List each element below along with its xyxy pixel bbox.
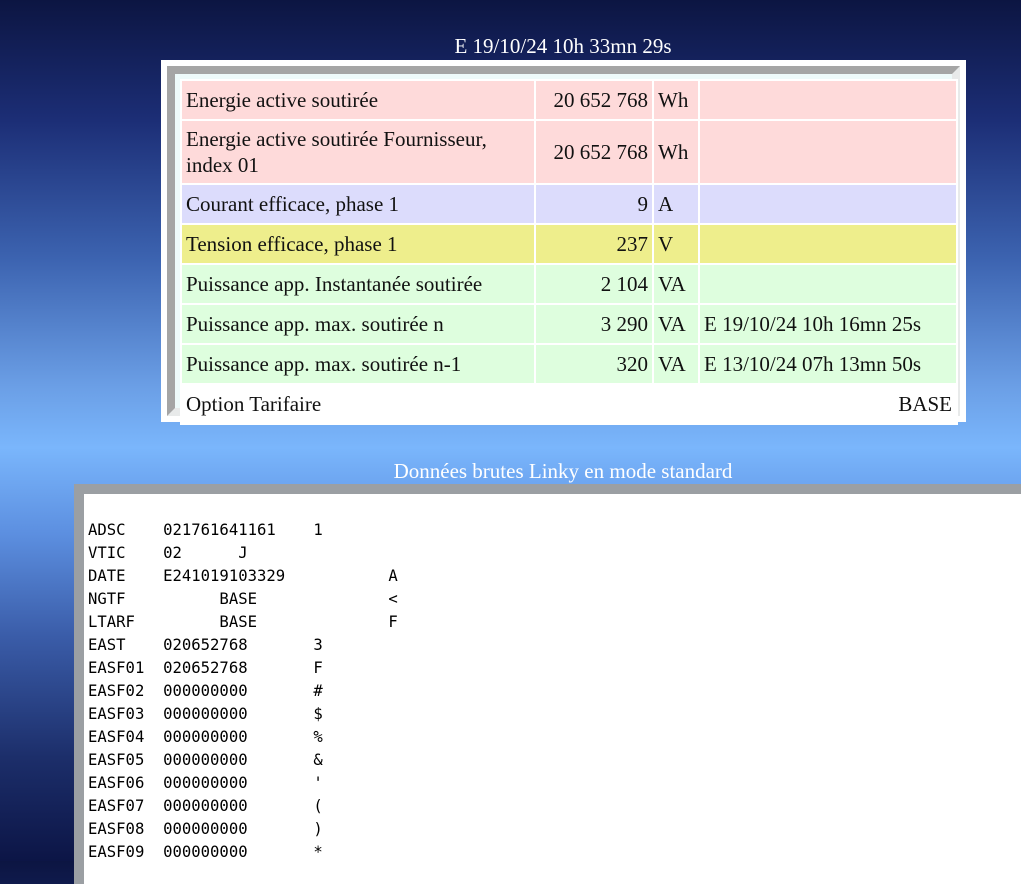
raw-data-line: EASF01 020652768 F — [88, 659, 323, 677]
row-courant: Courant efficace, phase 1 9 A — [180, 183, 958, 225]
raw-data-line: EASF08 000000000 ) — [88, 820, 323, 838]
row-extra: E 13/10/24 07h 13mn 50s — [698, 343, 958, 385]
row-puissance-max-n: Puissance app. max. soutirée n 3 290 VA … — [180, 303, 958, 345]
row-tension: Tension efficace, phase 1 237 V — [180, 223, 958, 265]
row-label: Energie active soutirée Fournisseur, ind… — [180, 119, 536, 185]
row-label: Puissance app. Instantanée soutirée — [180, 263, 536, 305]
tariff-label: Option Tarifaire — [180, 383, 536, 425]
row-unit: A — [652, 183, 700, 225]
raw-data-line: VTIC 02 J — [88, 544, 248, 562]
raw-data-line: LTARF BASE F — [88, 613, 398, 631]
row-label: Tension efficace, phase 1 — [180, 223, 536, 265]
raw-data-line: ADSC 021761641161 1 — [88, 521, 323, 539]
row-label: Puissance app. max. soutirée n-1 — [180, 343, 536, 385]
row-unit: VA — [652, 263, 700, 305]
raw-data-line: EAST 020652768 3 — [88, 636, 323, 654]
raw-data-line: NGTF BASE < — [88, 590, 398, 608]
raw-data-line: DATE E241019103329 A — [88, 567, 398, 585]
raw-data-text: ADSC 021761641161 1 VTIC 02 J DATE E241019… — [88, 519, 398, 864]
measurements-table: Energie active soutirée 20 652 768 Wh En… — [180, 79, 958, 425]
linky-summary-panel: Energie active soutirée 20 652 768 Wh En… — [161, 60, 966, 425]
row-extra — [698, 183, 958, 225]
row-option-tarifaire: Option Tarifaire BASE — [180, 383, 958, 425]
row-extra — [698, 119, 958, 185]
row-value: 2 104 — [534, 263, 654, 305]
raw-data-panel: ADSC 021761641161 1 VTIC 02 J DATE E241019… — [74, 484, 1021, 884]
row-value: 20 652 768 — [534, 79, 654, 121]
timestamp-title: E 19/10/24 10h 33mn 29s — [454, 34, 672, 58]
row-unit: V — [652, 223, 700, 265]
row-unit: Wh — [652, 119, 700, 185]
row-label: Courant efficace, phase 1 — [180, 183, 536, 225]
raw-data-title: Données brutes Linky en mode standard — [393, 459, 733, 483]
row-extra: E 19/10/24 10h 16mn 25s — [698, 303, 958, 345]
raw-data-line: EASF06 000000000 ' — [88, 774, 323, 792]
row-unit: VA — [652, 303, 700, 345]
row-extra — [698, 263, 958, 305]
row-value: 237 — [534, 223, 654, 265]
row-energie-active: Energie active soutirée 20 652 768 Wh — [180, 79, 958, 121]
row-extra — [698, 223, 958, 265]
row-label: Energie active soutirée — [180, 79, 536, 121]
raw-data-line: EASF05 000000000 & — [88, 751, 323, 769]
row-label: Puissance app. max. soutirée n — [180, 303, 536, 345]
row-extra — [698, 79, 958, 121]
row-puissance-instantanee: Puissance app. Instantanée soutirée 2 10… — [180, 263, 958, 305]
row-value: 3 290 — [534, 303, 654, 345]
tariff-value: BASE — [534, 383, 958, 425]
row-puissance-max-n-1: Puissance app. max. soutirée n-1 320 VA … — [180, 343, 958, 385]
raw-data-line: EASF03 000000000 $ — [88, 705, 323, 723]
raw-data-line: EASF04 000000000 % — [88, 728, 323, 746]
raw-data-line: EASF07 000000000 ( — [88, 797, 323, 815]
row-unit: Wh — [652, 79, 700, 121]
row-unit: VA — [652, 343, 700, 385]
row-energie-fournisseur: Energie active soutirée Fournisseur, ind… — [180, 119, 958, 185]
row-value: 320 — [534, 343, 654, 385]
row-value: 9 — [534, 183, 654, 225]
raw-data-line: EASF02 000000000 # — [88, 682, 323, 700]
row-value: 20 652 768 — [534, 119, 654, 185]
